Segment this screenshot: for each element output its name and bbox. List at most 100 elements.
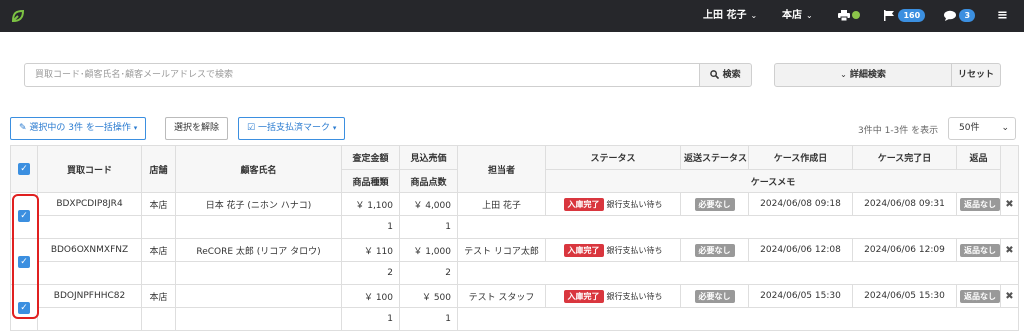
completed-cell: 2024/06/06 12:09 — [852, 238, 957, 262]
table-row[interactable]: ✓ BDO6OXNMXFNZ 本店 ReCORE 太郎 (リコア タロウ) ￥ … — [10, 238, 1019, 285]
select-all-cell[interactable]: ✓ — [10, 145, 38, 193]
close-icon[interactable]: ✖ — [1005, 199, 1013, 210]
search-input[interactable]: 買取コード･顧客氏名･顧客メールアドレスで検索 — [24, 63, 700, 87]
status-badge: 入庫完了 — [563, 243, 604, 257]
deselect-button[interactable]: 選択を解除 — [165, 117, 229, 140]
row-select-cell[interactable]: ✓ — [10, 238, 38, 285]
chevron-down-icon: ⌄ — [1001, 123, 1009, 133]
header-completed[interactable]: ケース完了日 — [852, 145, 957, 170]
delete-cell[interactable]: ✖ — [1000, 192, 1019, 216]
returns-badge: 返品なし — [960, 289, 1000, 303]
header-staff[interactable]: 担当者 — [457, 145, 546, 193]
menu-icon[interactable]: ≡ — [997, 0, 1008, 32]
search-button[interactable]: 検索 — [699, 63, 752, 87]
header-created[interactable]: ケース作成日 — [748, 145, 853, 170]
chevron-down-icon: ⌄ — [750, 11, 758, 20]
messages-button[interactable]: 3 — [944, 0, 976, 32]
amount-cell: ￥ 110 — [341, 238, 400, 262]
staff-cell: テスト スタッフ — [457, 284, 546, 308]
close-icon[interactable]: ✖ — [1005, 245, 1013, 256]
amount-cell: ￥ 100 — [341, 284, 400, 308]
header-product-types[interactable]: 商品種類 — [341, 169, 400, 193]
printer-icon — [838, 9, 850, 21]
delete-cell[interactable]: ✖ — [1000, 238, 1019, 262]
created-cell: 2024/06/08 09:18 — [748, 192, 853, 216]
memo-cell — [457, 261, 1019, 285]
row-select-cell[interactable]: ✓ — [10, 192, 38, 239]
status-cell: 入庫完了 銀行支払い待ち — [545, 192, 681, 216]
advanced-search-button[interactable]: ⌄ 詳細検索 — [774, 63, 952, 87]
items-cell: 2 — [399, 261, 458, 285]
returns-cell: 返品なし — [956, 284, 1001, 308]
reset-button[interactable]: リセット — [951, 63, 1001, 87]
store-cell: 本店 — [141, 192, 176, 216]
delete-cell[interactable]: ✖ — [1000, 284, 1019, 308]
purchase-table: ✓ 買取コード 店舗 顧客氏名 査定金額 見込売価 担当者 ステータス 返送ステ… — [10, 145, 1019, 331]
memo-cell — [457, 215, 1019, 239]
printer-status[interactable] — [838, 0, 860, 32]
bulk-paid-mark-button[interactable]: ☑ 一括支払済マーク ▾ — [238, 117, 346, 140]
returns-cell: 返品なし — [956, 238, 1001, 262]
row-checkbox[interactable]: ✓ — [18, 255, 30, 268]
header-code[interactable]: 買取コード — [37, 145, 142, 193]
store-name: 本店 — [782, 10, 802, 21]
types-cell: 2 — [341, 261, 400, 285]
items-cell: 1 — [399, 215, 458, 239]
row-select-cell[interactable]: ✓ — [10, 284, 38, 331]
check-square-icon: ☑ — [247, 123, 256, 133]
table-subrow: 1 1 — [11, 307, 1019, 331]
purchase-code-link[interactable]: BDOJNPFHHC82 — [37, 284, 142, 308]
store-menu[interactable]: 本店 ⌄ — [782, 0, 813, 32]
amount-cell: ￥ 1,100 — [341, 192, 400, 216]
result-count: 3件中 1-3件 を表示 — [858, 126, 939, 136]
customer-cell — [175, 284, 342, 308]
status-badge: 入庫完了 — [563, 289, 604, 303]
purchase-code-link[interactable]: BDO6OXNMXFNZ — [37, 238, 142, 262]
header-returns[interactable]: 返品 — [956, 145, 1001, 170]
caret-down-icon: ▾ — [332, 124, 337, 132]
search-button-label: 検索 — [722, 70, 741, 80]
notifications-badge: 160 — [898, 8, 926, 22]
customer-cell: ReCORE 太郎 (リコア タロウ) — [175, 238, 342, 262]
table-row[interactable]: ✓ BDOJNPFHHC82 本店 ￥ 100 ￥ 500 テスト スタッフ 入… — [10, 284, 1019, 331]
row-checkbox[interactable]: ✓ — [18, 209, 30, 222]
select-all-checkbox[interactable]: ✓ — [18, 163, 30, 175]
purchase-code-link[interactable]: BDXPCDIP8JR4 — [37, 192, 142, 216]
header-status[interactable]: ステータス — [545, 145, 681, 170]
close-icon[interactable]: ✖ — [1005, 291, 1013, 302]
bulk-action-button[interactable]: ✎ 選択中の 3件 を一括操作 ▾ — [10, 117, 147, 140]
header-product-count[interactable]: 商品点数 — [399, 169, 458, 193]
status-dot — [852, 11, 860, 19]
created-cell: 2024/06/06 12:08 — [748, 238, 853, 262]
completed-cell: 2024/06/08 09:31 — [852, 192, 957, 216]
caret-down-icon: ▾ — [133, 124, 138, 132]
messages-badge: 3 — [959, 8, 976, 22]
status-cell: 入庫完了 銀行支払い待ち — [545, 238, 681, 262]
table-row[interactable]: ✓ BDXPCDIP8JR4 本店 日本 花子 (ニホン ハナコ) ￥ 1,10… — [10, 192, 1019, 239]
edit-icon: ✎ — [19, 123, 27, 133]
advanced-search-label: 詳細検索 — [849, 70, 886, 80]
header-return-status[interactable]: 返送ステータス — [680, 145, 749, 170]
chat-icon — [944, 10, 956, 21]
per-page-select[interactable]: 50件 ⌄ — [948, 117, 1016, 140]
completed-cell: 2024/06/05 15:30 — [852, 284, 957, 308]
notifications-button[interactable]: 160 — [884, 0, 926, 32]
header-case-memo: ケースメモ — [545, 169, 1001, 193]
status-text: 銀行支払い待ち — [606, 291, 663, 301]
header-amount[interactable]: 査定金額 — [341, 145, 400, 170]
search-icon — [710, 70, 720, 80]
user-name: 上田 花子 — [703, 10, 747, 21]
header-store[interactable]: 店舗 — [141, 145, 176, 193]
returns-badge: 返品なし — [960, 243, 1000, 257]
bulk-paid-mark-label: 一括支払済マーク — [257, 123, 330, 133]
header-price[interactable]: 見込売価 — [399, 145, 458, 170]
logo-icon[interactable] — [10, 8, 26, 24]
bulk-action-label: 選択中の 3件 を一括操作 — [29, 123, 131, 133]
header-customer[interactable]: 顧客氏名 — [175, 145, 342, 193]
memo-cell — [457, 307, 1019, 331]
per-page-value: 50件 — [959, 123, 980, 133]
header-blank — [1000, 145, 1019, 193]
user-menu[interactable]: 上田 花子 ⌄ — [703, 0, 757, 32]
status-cell: 入庫完了 銀行支払い待ち — [545, 284, 681, 308]
row-checkbox[interactable]: ✓ — [18, 301, 30, 314]
